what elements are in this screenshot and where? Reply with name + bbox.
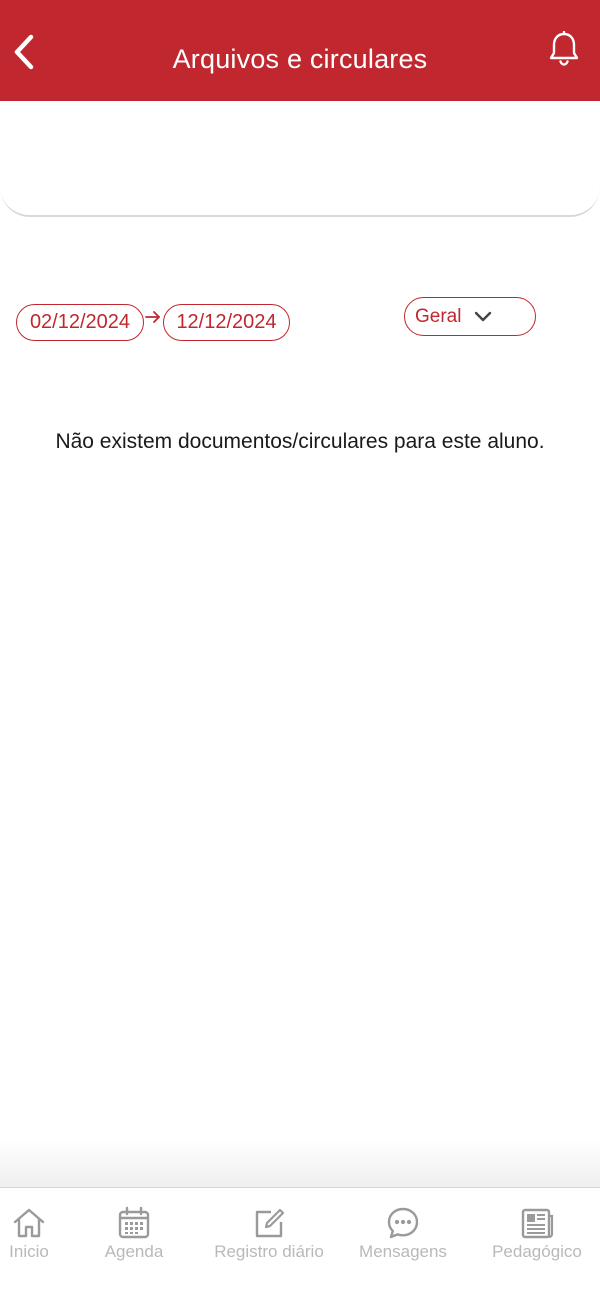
newspaper-icon [521, 1208, 554, 1239]
bottom-shadow [0, 1140, 600, 1188]
nav-label: Inicio [9, 1242, 49, 1261]
app-screen: Arquivos e circulares 02/12/2024 12/12/2… [0, 0, 600, 1299]
edit-icon [255, 1208, 285, 1238]
bottom-navigation: Inicio Agenda Registro diário Mensagens … [0, 1187, 600, 1299]
arrow-right-icon [145, 311, 160, 323]
student-card [0, 101, 600, 217]
nav-label: Pedagógico [492, 1242, 582, 1261]
nav-item-inicio[interactable]: Inicio [0, 1188, 58, 1278]
date-to-value: 12/12/2024 [176, 311, 277, 333]
date-to-picker[interactable]: 12/12/2024 [163, 304, 290, 341]
chat-icon [387, 1207, 419, 1239]
nav-label: Agenda [104, 1242, 164, 1261]
home-icon [13, 1208, 45, 1238]
page-title: Arquivos e circulares [172, 44, 428, 74]
chevron-down-icon [475, 311, 492, 321]
bell-icon [549, 31, 579, 66]
category-select-value: Geral [415, 305, 462, 327]
date-from-value: 02/12/2024 [29, 311, 131, 333]
app-header: Arquivos e circulares [0, 0, 600, 101]
nav-item-pedagogico[interactable]: Pedagógico [487, 1188, 587, 1278]
empty-state-message: Não existem documentos/circulares para e… [55, 430, 545, 453]
calendar-icon [118, 1206, 150, 1239]
date-from-picker[interactable]: 02/12/2024 [16, 304, 144, 341]
nav-item-mensagens[interactable]: Mensagens [353, 1188, 453, 1278]
category-select[interactable]: Geral [404, 297, 536, 336]
nav-item-registro-diario[interactable]: Registro diário [208, 1188, 330, 1278]
nav-label: Mensagens [359, 1242, 447, 1261]
nav-label: Registro diário [214, 1242, 324, 1261]
nav-item-agenda[interactable]: Agenda [100, 1188, 168, 1278]
notifications-button[interactable] [544, 28, 584, 70]
